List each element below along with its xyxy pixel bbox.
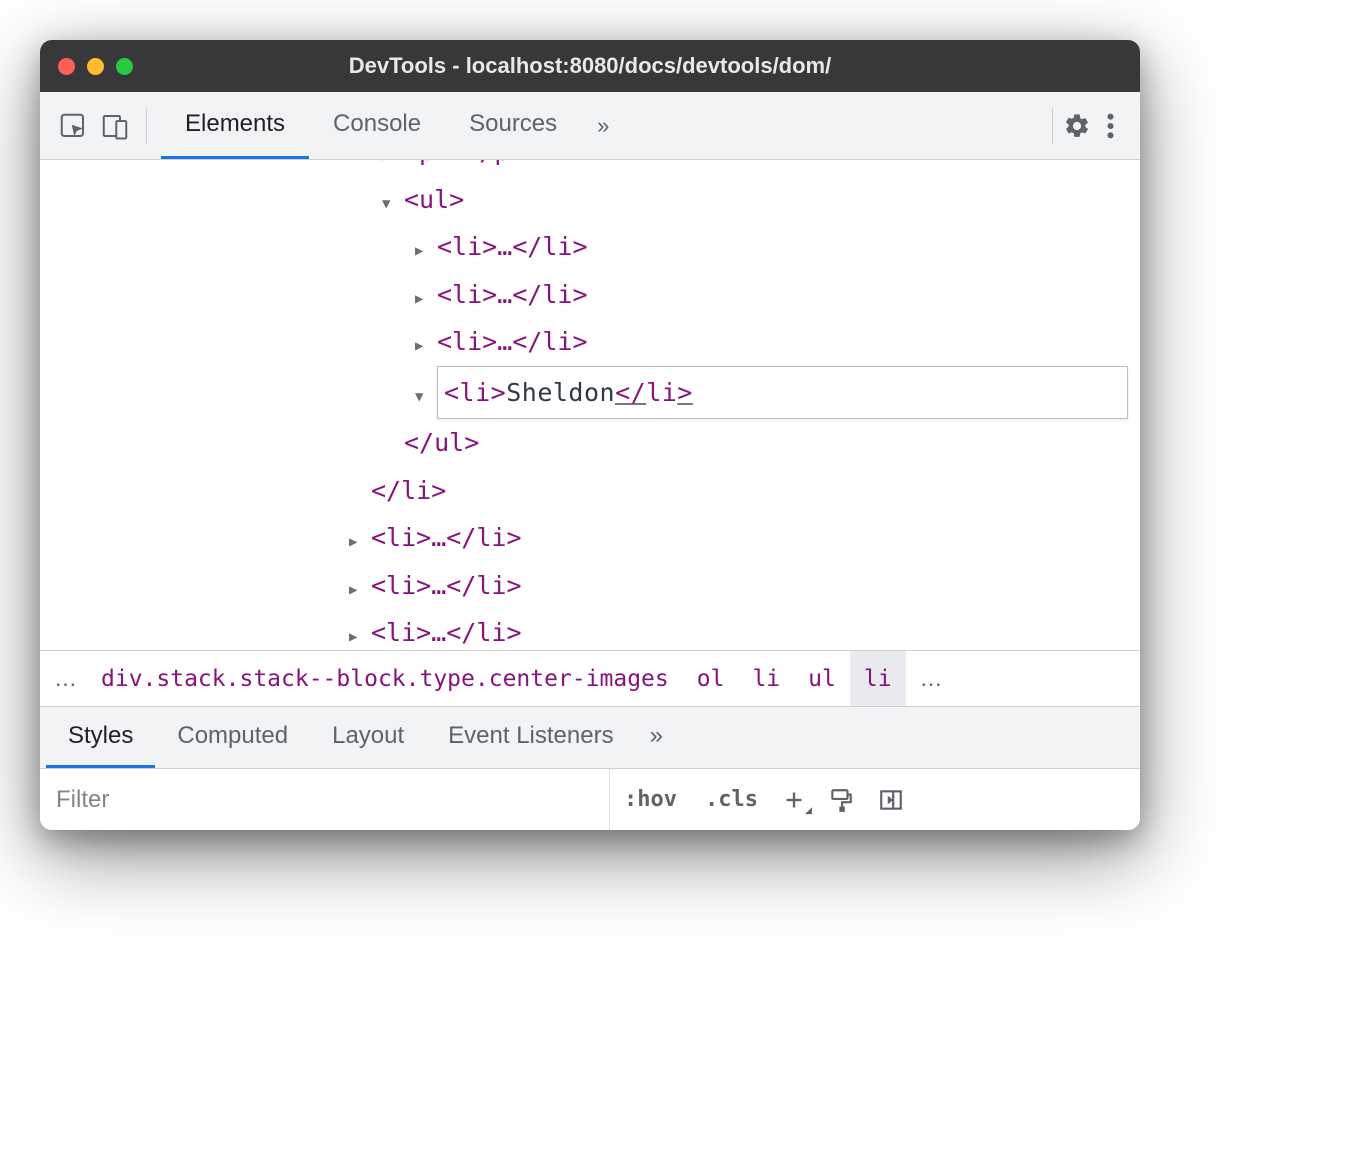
hover-toggle[interactable]: :hov: [610, 787, 691, 812]
more-options-icon[interactable]: [1099, 112, 1128, 140]
device-toggle-icon[interactable]: [94, 105, 136, 147]
panel-tabs: Elements Console Sources »: [161, 92, 609, 159]
breadcrumb-more-right[interactable]: …: [906, 651, 953, 706]
minimize-window-button[interactable]: [87, 58, 104, 75]
dom-node-li[interactable]: <li>…</li>: [415, 271, 1128, 319]
inspect-element-icon[interactable]: [52, 105, 94, 147]
separator: [146, 108, 147, 144]
styles-panel-tabs: Styles Computed Layout Event Listeners »: [40, 706, 1140, 768]
tab-console[interactable]: Console: [309, 92, 445, 159]
traffic-lights: [58, 58, 133, 75]
breadcrumb-ul[interactable]: ul: [794, 651, 850, 706]
cls-toggle[interactable]: .cls: [691, 787, 772, 812]
breadcrumb-ol[interactable]: ol: [683, 651, 739, 706]
dom-tree[interactable]: <p>…</p> <ul> <li>…</li> <li>…</li> <li>…: [40, 160, 1140, 650]
tab-event-listeners[interactable]: Event Listeners: [426, 707, 635, 768]
dom-node-li[interactable]: <li>…</li>: [415, 318, 1128, 366]
breadcrumb-li-selected[interactable]: li: [850, 651, 906, 706]
paint-icon[interactable]: [816, 787, 866, 813]
window-title: DevTools - localhost:8080/docs/devtools/…: [349, 53, 831, 79]
settings-icon[interactable]: [1063, 112, 1091, 140]
tab-sources[interactable]: Sources: [445, 92, 581, 159]
panel-layout-icon[interactable]: [866, 787, 916, 813]
dom-node-li-close[interactable]: </li>: [349, 467, 1128, 515]
dom-node-ul[interactable]: <ul>: [382, 176, 1128, 224]
dom-node-li[interactable]: <li>…</li>: [415, 223, 1128, 271]
tab-computed[interactable]: Computed: [155, 707, 310, 768]
tab-layout[interactable]: Layout: [310, 707, 426, 768]
html-edit-input[interactable]: <li>Sheldon</li>: [437, 366, 1128, 420]
maximize-window-button[interactable]: [116, 58, 133, 75]
main-toolbar: Elements Console Sources »: [40, 92, 1140, 160]
dom-node-li[interactable]: <li>…</li>: [349, 609, 1128, 650]
tab-styles[interactable]: Styles: [46, 707, 155, 768]
more-styles-tabs[interactable]: »: [636, 707, 677, 768]
styles-filter-input[interactable]: [40, 769, 610, 830]
dom-node-li[interactable]: <li>…</li>: [349, 562, 1128, 610]
dom-node-p[interactable]: <p>…</p>: [382, 160, 1128, 176]
more-tabs-button[interactable]: »: [597, 113, 609, 139]
separator: [1052, 108, 1053, 144]
breadcrumb-more-left[interactable]: …: [40, 651, 87, 706]
titlebar: DevTools - localhost:8080/docs/devtools/…: [40, 40, 1140, 92]
expand-arrow[interactable]: [415, 369, 437, 417]
close-window-button[interactable]: [58, 58, 75, 75]
devtools-window: DevTools - localhost:8080/docs/devtools/…: [40, 40, 1140, 830]
new-style-rule-icon[interactable]: [772, 790, 816, 810]
dom-node-li[interactable]: <li>…</li>: [349, 514, 1128, 562]
breadcrumb-div[interactable]: div.stack.stack--block.type.center-image…: [87, 651, 683, 706]
styles-filter-bar: :hov .cls: [40, 768, 1140, 830]
breadcrumb-bar: … div.stack.stack--block.type.center-ima…: [40, 650, 1140, 706]
dom-node-li-editing[interactable]: <li>Sheldon</li>: [415, 366, 1128, 420]
breadcrumb-li[interactable]: li: [738, 651, 794, 706]
dom-node-ul-close[interactable]: </ul>: [382, 419, 1128, 467]
tab-elements[interactable]: Elements: [161, 92, 309, 159]
